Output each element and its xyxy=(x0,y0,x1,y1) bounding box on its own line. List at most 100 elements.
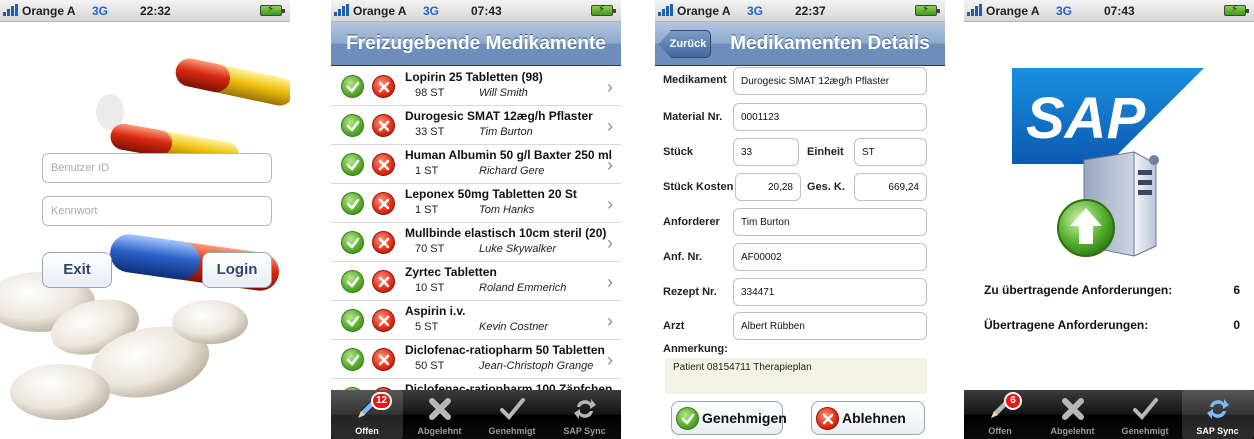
tab-label: Offen xyxy=(988,426,1012,436)
medikament-field[interactable]: Durogesic SMAT 12æg/h Pflaster xyxy=(733,67,927,95)
medication-quantity: 10 ST xyxy=(415,282,445,294)
anforderer-field[interactable]: Tim Burton xyxy=(733,208,927,236)
gesamt-kosten-label: Ges. K. xyxy=(807,181,845,193)
anforderung-number-field[interactable]: AF00002 xyxy=(733,243,927,271)
approve-label: Genehmigen xyxy=(702,410,787,426)
notification-badge: 6 xyxy=(1004,392,1022,410)
approve-check-icon[interactable] xyxy=(341,309,364,332)
tab-genehmigt[interactable]: Genehmigt xyxy=(476,390,548,439)
approve-check-icon[interactable] xyxy=(341,348,364,371)
list-item[interactable]: Leponex 50mg Tabletten 20 St 1 ST Tom Hank… xyxy=(331,184,621,223)
requester-name: Roland Emmerich xyxy=(479,282,567,294)
approve-check-icon[interactable] xyxy=(341,192,364,215)
notification-badge: 12 xyxy=(371,392,393,410)
reject-x-icon[interactable] xyxy=(372,153,395,176)
approve-button[interactable]: Genehmigen xyxy=(671,401,787,435)
status-bar: Orange A 3G 22:37 ⚡ xyxy=(655,0,945,22)
carrier-name: Orange A xyxy=(986,4,1040,18)
approve-check-icon[interactable] xyxy=(341,153,364,176)
list-item[interactable]: Lopirin 25 Tabletten (98) 98 ST Will Smith… xyxy=(331,67,621,106)
battery-icon: ⚡ xyxy=(915,4,940,16)
carrier-name: Orange A xyxy=(353,4,407,18)
tab-sap-sync[interactable]: SAP Sync xyxy=(549,390,621,439)
list-item[interactable]: Aspirin i.v. 5 ST Kevin Costner › xyxy=(331,301,621,340)
list-item[interactable]: Durogesic SMAT 12æg/h Pflaster 33 ST Tim B… xyxy=(331,106,621,145)
reject-x-icon[interactable] xyxy=(372,348,395,371)
tab-genehmigt[interactable]: Genehmigt xyxy=(1109,390,1181,439)
approve-check-icon[interactable] xyxy=(341,270,364,293)
login-screen: Orange A 3G 22:32 ⚡ Benutzer ID Kennwort… xyxy=(0,0,290,439)
anmerkung-field[interactable]: Patient 08154711 Therapieplan xyxy=(665,358,927,394)
password-field[interactable]: Kennwort xyxy=(42,196,272,226)
x-mark-icon xyxy=(426,395,454,423)
list-item[interactable]: Human Albumin 50 g/l Baxter 250 ml 1 ST Ri… xyxy=(331,145,621,184)
reject-x-icon[interactable] xyxy=(372,114,395,137)
list-item[interactable]: Diclofenac-ratiopharm 50 Tabletten 50 ST J… xyxy=(331,340,621,379)
medication-name: Mullbinde elastisch 10cm steril (20) xyxy=(405,226,607,240)
reject-button[interactable]: Ablehnen xyxy=(811,401,925,435)
list-item[interactable]: Zyrtec Tabletten 10 ST Roland Emmerich › xyxy=(331,262,621,301)
x-mark-icon xyxy=(1059,395,1087,423)
tab-offen[interactable]: Offen 12 xyxy=(331,390,403,439)
network-type: 3G xyxy=(92,4,109,18)
approve-check-icon[interactable] xyxy=(341,75,364,98)
sync-icon xyxy=(571,395,599,423)
tab-label: Offen xyxy=(355,426,379,436)
reject-x-icon[interactable] xyxy=(372,309,395,332)
requester-name: Tom Hanks xyxy=(479,204,535,216)
medication-list-screen: Orange A 3G 07:43 ⚡ Freizugebende Medika… xyxy=(331,0,621,439)
anmerkung-label: Anmerkung: xyxy=(663,343,728,355)
arzt-field[interactable]: Albert Rübben xyxy=(733,312,927,340)
chevron-right-icon: › xyxy=(607,272,613,292)
back-button[interactable]: Zurück xyxy=(659,30,711,58)
tab-offen[interactable]: Offen 6 xyxy=(964,390,1036,439)
medikament-label: Medikament xyxy=(663,74,727,86)
medication-quantity: 1 ST xyxy=(415,165,439,177)
transferred-requests-count: 0 xyxy=(1233,318,1240,332)
status-time: 22:37 xyxy=(795,4,826,18)
sap-sync-screen: Orange A 3G 07:43 ⚡ SAP Zu übertragende … xyxy=(964,0,1254,439)
medication-name: Diclofenac-ratiopharm 50 Tabletten xyxy=(405,343,605,357)
material-number-label: Material Nr. xyxy=(663,111,723,123)
medication-quantity: 5 ST xyxy=(415,321,439,333)
login-button[interactable]: Login xyxy=(202,252,272,288)
einheit-field[interactable]: ST xyxy=(854,138,927,166)
tab-abgelehnt[interactable]: Abgelehnt xyxy=(1037,390,1109,439)
carrier-name: Orange A xyxy=(677,4,731,18)
tab-label: SAP Sync xyxy=(1196,426,1239,436)
medication-name: Lopirin 25 Tabletten (98) xyxy=(405,70,543,84)
user-id-field[interactable]: Benutzer ID xyxy=(42,153,272,183)
list-item[interactable]: Mullbinde elastisch 10cm steril (20) 70 S… xyxy=(331,223,621,262)
rezept-number-field[interactable]: 334471 xyxy=(733,278,927,306)
stueck-field[interactable]: 33 xyxy=(733,138,799,166)
tab-sap-sync[interactable]: SAP Sync xyxy=(1181,390,1254,439)
anforderung-number-label: Anf. Nr. xyxy=(663,251,703,263)
tab-label: Genehmigt xyxy=(488,426,536,436)
exit-button[interactable]: Exit xyxy=(42,252,112,288)
chevron-right-icon: › xyxy=(607,311,613,331)
navigation-bar: Zurück Medikamenten Details xyxy=(655,22,945,66)
reject-x-icon[interactable] xyxy=(372,231,395,254)
network-type: 3G xyxy=(1056,4,1073,18)
carrier-name: Orange A xyxy=(22,4,76,18)
rezept-number-label: Rezept Nr. xyxy=(663,286,717,298)
reject-x-icon[interactable] xyxy=(372,75,395,98)
chevron-right-icon: › xyxy=(607,155,613,175)
approve-check-icon[interactable] xyxy=(341,114,364,137)
transferred-requests-label: Übertragene Anforderungen: xyxy=(984,318,1149,332)
medication-quantity: 98 ST xyxy=(415,87,445,99)
network-type: 3G xyxy=(423,4,440,18)
reject-x-icon[interactable] xyxy=(372,270,395,293)
stueck-kosten-label: Stück Kosten xyxy=(663,181,734,193)
medication-name: Aspirin i.v. xyxy=(405,304,466,318)
material-number-field[interactable]: 0001123 xyxy=(733,103,927,131)
gesamt-kosten-field[interactable]: 669,24 xyxy=(854,173,927,201)
reject-x-icon[interactable] xyxy=(372,192,395,215)
anforderer-label: Anforderer xyxy=(663,216,720,228)
tab-bar: Offen 6 Abgelehnt Genehmigt SAP Sync xyxy=(964,390,1254,439)
tab-label: Genehmigt xyxy=(1121,426,1169,436)
stueck-kosten-field[interactable]: 20,28 xyxy=(735,173,801,201)
sync-icon xyxy=(1204,395,1232,423)
approve-check-icon[interactable] xyxy=(341,231,364,254)
tab-abgelehnt[interactable]: Abgelehnt xyxy=(404,390,476,439)
